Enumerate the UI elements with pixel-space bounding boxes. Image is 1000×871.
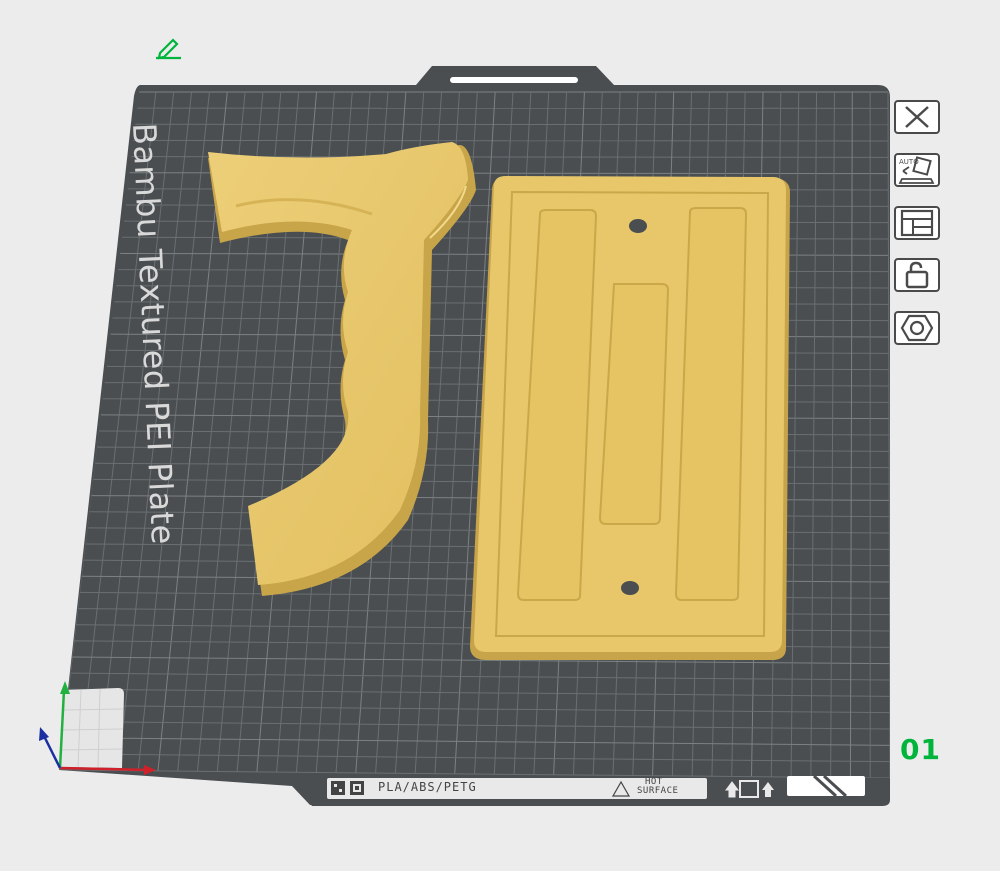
close-icon [905,106,929,128]
unlock-icon [905,261,929,289]
plate-model[interactable] [470,176,790,660]
hot-surface-line2: SURFACE [637,786,679,796]
filament-types-label: PLA/ABS/PETG [378,780,477,794]
auto-orient-button[interactable]: AUTO [894,153,940,187]
plate-handle [450,77,578,83]
pencil-icon [156,38,181,60]
lock-plate-button[interactable] [894,258,940,292]
plate-settings-button[interactable] [894,311,940,345]
arrange-button[interactable] [894,206,940,240]
origin-corner [60,688,124,768]
edit-plate-name-button[interactable] [153,36,183,64]
plate-index-label: 01 [900,733,941,766]
hex-nut-icon [900,314,934,342]
arrange-icon [900,209,934,237]
hot-surface-label: HOT SURFACE [637,778,678,796]
delete-plate-button[interactable] [894,100,940,134]
auto-orient-icon: AUTO [898,156,935,184]
